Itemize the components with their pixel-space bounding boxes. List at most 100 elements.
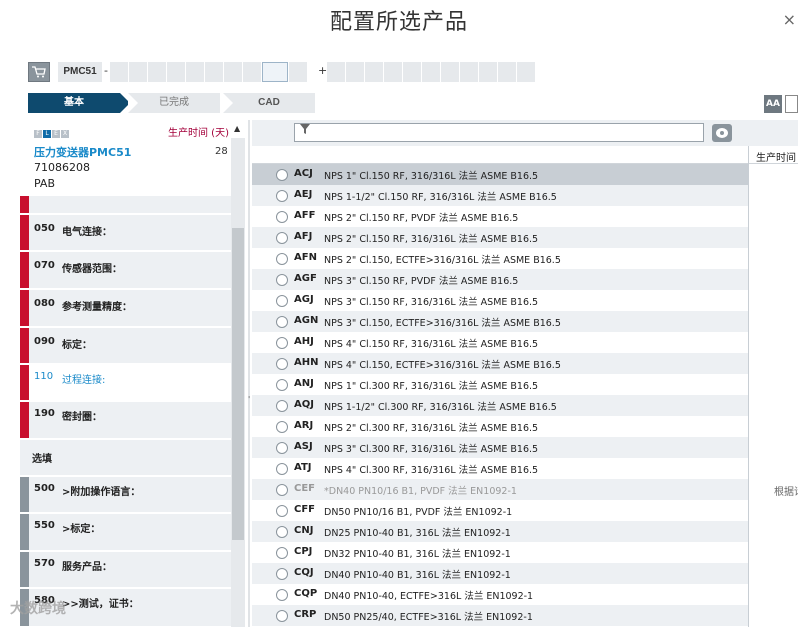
- option-row-active[interactable]: 110 过程连接:: [20, 365, 231, 401]
- radio-button[interactable]: [276, 442, 288, 454]
- row-code: AFJ: [294, 231, 313, 242]
- product-name[interactable]: 压力变送器PMC51: [34, 144, 131, 160]
- option-grid-row[interactable]: ASJ NPS 3" Cl.300 RF, 316/316L 法兰 ASME B1…: [252, 437, 748, 458]
- required-marker: [20, 328, 29, 363]
- option-grid-row[interactable]: AHJ NPS 4" Cl.150 RF, 316/316L 法兰 ASME B1…: [252, 332, 748, 353]
- row-code: AGF: [294, 273, 317, 284]
- option-row[interactable]: 070 传感器范围：: [20, 252, 231, 289]
- option-grid-row[interactable]: CQJ DN40 PN10-40 B1, 316L 法兰 EN1092-1: [252, 563, 748, 584]
- option-grid-row[interactable]: AHN NPS 4" Cl.150, ECTFE>316/316L 法兰 ASME…: [252, 353, 748, 374]
- option-row[interactable]: 550 >标定：: [20, 514, 231, 551]
- option-grid-row[interactable]: ARJ NPS 2" Cl.300 RF, 316/316L 法兰 ASME B1…: [252, 416, 748, 437]
- option-grid-row[interactable]: CRP DN50 PN25/40, ECTFE>316L 法兰 EN1092-1: [252, 605, 748, 626]
- option-grid-row[interactable]: CFF DN50 PN10/16 B1, PVDF 法兰 EN1092-1: [252, 500, 748, 521]
- document-icon[interactable]: [785, 95, 798, 113]
- radio-button[interactable]: [276, 463, 288, 475]
- radio-button[interactable]: [276, 547, 288, 559]
- code-segment[interactable]: [517, 62, 535, 82]
- code-segment[interactable]: [205, 62, 223, 82]
- option-grid-row[interactable]: AEJ NPS 1-1/2" Cl.150 RF, 316/316L 法兰 ASM…: [252, 185, 748, 206]
- code-segment[interactable]: [243, 62, 261, 82]
- option-grid-row[interactable]: AGF NPS 3" Cl.150 RF, PVDF 法兰 ASME B16.5: [252, 269, 748, 290]
- radio-button[interactable]: [276, 253, 288, 265]
- row-description: NPS 1" Cl.150 RF, 316/316L 法兰 ASME B16.5: [324, 171, 539, 182]
- code-segment[interactable]: [167, 62, 185, 82]
- radio-button[interactable]: [276, 589, 288, 601]
- radio-button[interactable]: [276, 211, 288, 223]
- divider-handle-icon[interactable]: ': [248, 395, 250, 404]
- code-segments-right: [327, 62, 535, 82]
- option-row[interactable]: 570 服务产品：: [20, 552, 231, 588]
- code-segment[interactable]: [148, 62, 166, 82]
- radio-button[interactable]: [276, 484, 288, 496]
- option-row[interactable]: 080 参考测量精度：: [20, 290, 231, 327]
- row-description: NPS 2" Cl.150, ECTFE>316/316L 法兰 ASME B1…: [324, 255, 561, 266]
- code-segment[interactable]: [441, 62, 459, 82]
- code-segment[interactable]: [403, 62, 421, 82]
- radio-button[interactable]: [276, 337, 288, 349]
- option-grid-row[interactable]: ACJ NPS 1" Cl.150 RF, 316/316L 法兰 ASME B1…: [252, 164, 748, 185]
- option-grid-row[interactable]: CPJ DN32 PN10-40 B1, 316L 法兰 EN1092-1: [252, 542, 748, 563]
- radio-button[interactable]: [276, 232, 288, 244]
- tab-completed[interactable]: 已完成: [128, 93, 220, 113]
- option-row[interactable]: 190 密封圈：: [20, 402, 231, 439]
- option-grid-row[interactable]: AFF NPS 2" Cl.150 RF, PVDF 法兰 ASME B16.5: [252, 206, 748, 227]
- radio-button[interactable]: [276, 379, 288, 391]
- code-segment[interactable]: [498, 62, 516, 82]
- eye-icon[interactable]: [712, 124, 732, 142]
- radio-button[interactable]: [276, 505, 288, 517]
- row-code: AHJ: [294, 336, 314, 347]
- close-icon[interactable]: ×: [783, 10, 796, 29]
- code-segment[interactable]: [460, 62, 478, 82]
- radio-button[interactable]: [276, 568, 288, 580]
- code-segment[interactable]: [327, 62, 345, 82]
- radio-button[interactable]: [276, 526, 288, 538]
- option-grid-row[interactable]: AQJ NPS 1-1/2" Cl.300 RF, 316/316L 法兰 ASM…: [252, 395, 748, 416]
- option-grid-row[interactable]: CQP DN40 PN10-40, ECTFE>316L 法兰 EN1092-1: [252, 584, 748, 605]
- option-grid-row[interactable]: AGN NPS 3" Cl.150, ECTFE>316/316L 法兰 ASME…: [252, 311, 748, 332]
- option-row[interactable]: 090 标定：: [20, 328, 231, 364]
- row-code: AGN: [294, 315, 319, 326]
- code-segment[interactable]: [365, 62, 383, 82]
- option-row[interactable]: 500 >附加操作语言：: [20, 477, 231, 513]
- radio-button[interactable]: [276, 295, 288, 307]
- row-code: ACJ: [294, 168, 313, 179]
- radio-button[interactable]: [276, 421, 288, 433]
- option-row[interactable]: 050 电气连接：: [20, 215, 231, 251]
- option-grid-row[interactable]: ANJ NPS 1" Cl.300 RF, 316/316L 法兰 ASME B1…: [252, 374, 748, 395]
- option-grid-row[interactable]: CNJ DN25 PN10-40 B1, 316L 法兰 EN1092-1: [252, 521, 748, 542]
- code-segment[interactable]: [224, 62, 242, 82]
- option-grid-row[interactable]: AGJ NPS 3" Cl.150 RF, 316/316L 法兰 ASME B1…: [252, 290, 748, 311]
- tab-cad[interactable]: CAD: [223, 93, 315, 113]
- filter-input[interactable]: [294, 123, 704, 142]
- code-segment[interactable]: [479, 62, 497, 82]
- radio-button[interactable]: [276, 358, 288, 370]
- option-grid-row[interactable]: AFJ NPS 2" Cl.150 RF, 316/316L 法兰 ASME B1…: [252, 227, 748, 248]
- radio-button[interactable]: [276, 274, 288, 286]
- code-segment-active[interactable]: [262, 62, 288, 82]
- code-segment[interactable]: [384, 62, 402, 82]
- code-segment[interactable]: [422, 62, 440, 82]
- code-segment[interactable]: [346, 62, 364, 82]
- left-scrollbar-thumb[interactable]: [232, 228, 244, 540]
- radio-button[interactable]: [276, 190, 288, 202]
- code-segment[interactable]: [110, 62, 128, 82]
- code-segment[interactable]: [289, 62, 307, 82]
- cart-icon[interactable]: [28, 62, 50, 82]
- radio-button[interactable]: [276, 316, 288, 328]
- radio-button[interactable]: [276, 400, 288, 412]
- step-tabs: 基本 已完成 CAD: [28, 93, 315, 113]
- radio-button[interactable]: [276, 169, 288, 181]
- row-code: AFF: [294, 210, 316, 221]
- option-code: 090: [34, 336, 55, 347]
- code-segment[interactable]: [186, 62, 204, 82]
- font-size-button[interactable]: AA: [764, 95, 782, 113]
- option-grid-row[interactable]: ATJ NPS 4" Cl.300 RF, 316/316L 法兰 ASME B1…: [252, 458, 748, 479]
- code-segment[interactable]: [129, 62, 147, 82]
- option-grid-row[interactable]: AFN NPS 2" Cl.150, ECTFE>316/316L 法兰 ASME…: [252, 248, 748, 269]
- option-grid-row[interactable]: CEF *DN40 PN10/16 B1, PVDF 法兰 EN1092-1: [252, 479, 748, 500]
- scroll-up-icon[interactable]: ▲: [234, 124, 240, 133]
- tab-basic[interactable]: 基本: [28, 93, 130, 113]
- panel-divider[interactable]: [248, 120, 250, 627]
- radio-button[interactable]: [276, 610, 288, 622]
